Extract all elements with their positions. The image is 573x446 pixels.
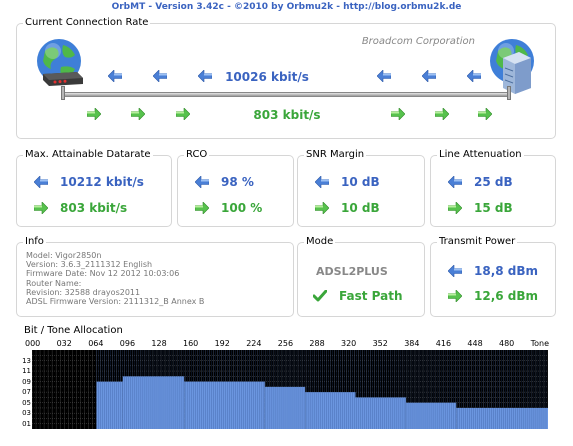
snr-panel: SNR Margin 10 dB 10 dB <box>297 148 425 227</box>
tone-x-label: 096 <box>119 339 136 348</box>
mode-panel: Mode ADSL2PLUS Fast Path <box>297 235 425 317</box>
tone-y-label: 01 <box>22 419 31 428</box>
rco-down: 98 % <box>221 175 254 189</box>
tone-x-label: 480 <box>499 339 515 348</box>
info-revision: Revision: 32588 drayos2011 <box>26 287 141 297</box>
transmit-power-title: Transmit Power <box>437 235 518 249</box>
attenuation-up: 15 dB <box>474 201 513 215</box>
tone-x-label: 032 <box>56 339 72 348</box>
arrow-right-icon <box>195 202 209 214</box>
transmit-power-up: 12,6 dBm <box>474 289 539 303</box>
tone-title: Bit / Tone Allocation <box>22 324 125 338</box>
arrow-right-icon <box>131 108 145 120</box>
arrow-left-icon <box>448 176 462 188</box>
transmit-power-down: 18,8 dBm <box>474 264 539 278</box>
arrow-right-icon <box>176 108 190 120</box>
arrow-right-icon <box>87 108 101 120</box>
mode-standard: ADSL2PLUS <box>316 265 388 278</box>
tone-x-label: 192 <box>214 339 230 348</box>
tone-bar <box>264 386 306 429</box>
mode-title: Mode <box>304 235 336 249</box>
arrow-left-icon <box>108 70 122 82</box>
transmit-power-panel: Transmit Power 18,8 dBm 12,6 dBm <box>430 235 556 317</box>
tone-y-label: 11 <box>22 367 31 376</box>
max-rate-up: 803 kbit/s <box>60 201 128 215</box>
tone-y-label: 13 <box>22 356 31 365</box>
tone-x-label: 288 <box>309 339 325 348</box>
tone-x-label: 384 <box>404 339 420 348</box>
check-icon <box>313 290 327 302</box>
connection-rate-panel: Current Connection Rate Broadcom Corpora… <box>16 16 556 139</box>
upstream-rate: 803 kbit/s <box>253 108 321 122</box>
info-version: Version: 3.6.3_2111312 English <box>26 260 153 270</box>
arrow-right-icon <box>34 202 48 214</box>
tone-y-label: 05 <box>22 398 31 407</box>
attenuation-panel: Line Attenuation 25 dB 15 dB <box>430 148 556 227</box>
bit-tone-chart <box>32 350 548 429</box>
info-router-name: Router Name: <box>26 278 82 288</box>
tone-x-axis: 000 032 064 096 128 160 192 224 256 288 320 352 384 4… <box>0 339 573 349</box>
tone-x-label: 000 <box>25 339 41 348</box>
arrow-right-icon <box>391 108 405 120</box>
arrow-right-icon <box>448 202 462 214</box>
rco-up: 100 % <box>221 201 263 215</box>
line-connector <box>63 92 509 97</box>
max-rate-title: Max. Attainable Datarate <box>23 148 153 162</box>
snr-up: 10 dB <box>341 201 380 215</box>
tone-y-label: 09 <box>22 377 31 386</box>
arrow-right-icon <box>448 290 462 302</box>
tone-x-label: 224 <box>246 339 262 348</box>
line-connector-right-post <box>507 86 511 100</box>
info-panel: Info Model: Vigor2850n Version: 3.6.3_21… <box>16 235 294 317</box>
tone-y-axis: 13 11 09 07 05 03 01 <box>17 350 33 430</box>
mode-path: Fast Path <box>339 289 403 303</box>
snr-down: 10 dB <box>341 175 380 189</box>
tone-bar <box>456 407 548 429</box>
arrow-left-icon <box>153 70 167 82</box>
connection-rate-title: Current Connection Rate <box>23 16 151 30</box>
arrow-left-icon <box>315 176 329 188</box>
tone-y-label: 03 <box>22 409 31 418</box>
tone-bar <box>122 376 185 429</box>
tone-x-label: 320 <box>341 339 357 348</box>
tone-y-label: 07 <box>22 388 31 397</box>
max-rate-down: 10212 kbit/s <box>60 175 144 189</box>
info-adsl-firmware: ADSL Firmware Version: 2111312_B Annex B <box>26 297 205 307</box>
chipset-label: Broadcom Corporation <box>361 36 475 47</box>
rco-panel: RCO 98 % 100 % <box>177 148 294 227</box>
arrow-left-icon <box>448 265 462 277</box>
arrow-left-icon <box>377 70 391 82</box>
tone-x-label: 160 <box>183 339 199 348</box>
info-model: Model: Vigor2850n <box>26 251 102 260</box>
tone-x-label: 128 <box>151 339 167 348</box>
arrow-right-icon <box>478 108 492 120</box>
rco-title: RCO <box>184 148 210 162</box>
server-icon <box>503 52 531 94</box>
max-rate-panel: Max. Attainable Datarate 10212 kbit/s 80… <box>16 148 172 227</box>
tone-x-label: 256 <box>277 339 294 348</box>
tone-bar <box>184 381 265 429</box>
attenuation-down: 25 dB <box>474 175 513 189</box>
window-title: OrbMT - Version 3.42c - ©2010 by Orbmu2k… <box>111 2 462 12</box>
arrow-left-icon <box>422 70 436 82</box>
arrow-right-icon <box>435 108 449 120</box>
arrow-left-icon <box>195 176 209 188</box>
downstream-rate: 10026 kbit/s <box>225 70 309 84</box>
tone-x-label: Tone <box>530 339 550 348</box>
attenuation-title: Line Attenuation <box>437 148 524 162</box>
tone-x-label: 416 <box>435 339 452 348</box>
line-connector-left-post <box>61 86 65 100</box>
info-firmware-date: Firmware Date: Nov 12 2012 10:03:06 <box>26 269 180 279</box>
snr-title: SNR Margin <box>304 148 367 162</box>
info-title: Info <box>23 235 46 249</box>
tone-x-label: 352 <box>372 339 388 348</box>
arrow-left-icon <box>467 70 481 82</box>
arrow-right-icon <box>315 202 329 214</box>
tone-x-label: 448 <box>467 339 483 348</box>
tone-x-label: 064 <box>88 339 104 348</box>
arrow-left-icon <box>34 176 48 188</box>
